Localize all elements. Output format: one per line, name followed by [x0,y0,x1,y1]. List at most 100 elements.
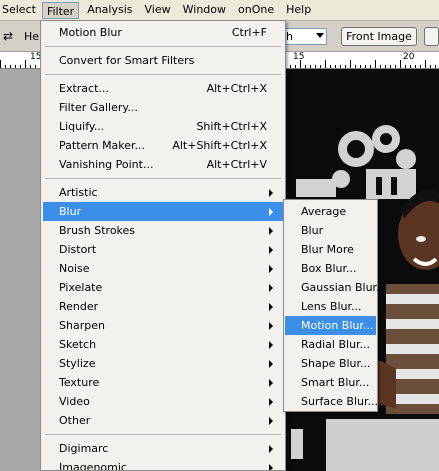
menu-item-label: Digimarc [59,442,109,455]
submenu-item-label: Shape Blur... [301,357,371,370]
ruler-label: 15 [293,52,305,62]
submenu-item-average[interactable]: Average [285,202,376,221]
menu-item-label: Video [59,395,90,408]
menu-onone[interactable]: onOne [232,0,280,20]
submenu-item-blur-more[interactable]: Blur More [285,240,376,259]
menu-item-sharpen[interactable]: Sharpen [43,316,283,335]
ruler-tick [315,65,316,68]
menu-item-pattern-maker[interactable]: Pattern Maker... Alt+Shift+Ctrl+X [43,136,283,155]
submenu-arrow-icon [269,464,273,470]
ruler-tick [325,60,326,68]
submenu-arrow-icon [269,398,273,406]
menu-item-label: Imagenomic [59,461,127,471]
menu-item-label: Distort [59,243,97,256]
ruler-tick [15,65,16,68]
menu-analysis[interactable]: Analysis [81,0,138,20]
submenu-item-box-blur[interactable]: Box Blur... [285,259,376,278]
submenu-arrow-icon [269,360,273,368]
submenu-arrow-icon [269,246,273,254]
menu-item-sketch[interactable]: Sketch [43,335,283,354]
canvas-background [0,69,40,471]
ruler-tick [330,65,331,68]
submenu-item-label: Average [301,205,347,218]
ruler-tick [365,65,366,68]
ruler-tick [385,65,386,68]
menu-filter[interactable]: Filter [41,1,80,19]
menu-item-liquify[interactable]: Liquify... Shift+Ctrl+X [43,117,283,136]
ruler-tick [295,65,296,68]
menu-item-stylize[interactable]: Stylize [43,354,283,373]
submenu-item-label: Smart Blur... [301,376,370,389]
menu-item-vanishing-point[interactable]: Vanishing Point... Alt+Ctrl+V [43,155,283,174]
dropdown-value: h [286,30,293,43]
front-image-button[interactable]: Front Image [341,27,417,46]
menu-item-digimarc[interactable]: Digimarc [43,439,283,458]
submenu-item-label: Blur [301,224,324,237]
menu-item-video[interactable]: Video [43,392,283,411]
menu-item-shortcut: Alt+Ctrl+V [206,158,267,171]
menu-item-label: Motion Blur [59,26,122,39]
ruler-tick [0,60,1,68]
menu-item-label: Artistic [59,186,98,199]
menu-select[interactable]: Select [0,0,40,20]
menu-item-last-filter[interactable]: Motion Blur Ctrl+F [43,23,283,42]
submenu-item-motion-blur[interactable]: Motion Blur... [285,316,376,335]
menu-item-distort[interactable]: Distort [43,240,283,259]
menu-item-label: Stylize [59,357,96,370]
swap-arrows-icon[interactable]: ⇄ [3,30,17,42]
submenu-arrow-icon [269,189,273,197]
submenu-item-surface-blur[interactable]: Surface Blur... [285,392,378,411]
ruler-tick [305,65,306,68]
filter-menu: Motion Blur Ctrl+F Convert for Smart Fil… [40,20,286,471]
menu-item-noise[interactable]: Noise [43,259,283,278]
menu-item-label: Convert for Smart Filters [59,54,195,67]
menu-item-label: Texture [59,376,100,389]
menu-item-imagenomic[interactable]: Imagenomic [43,458,283,471]
menu-item-label: Sharpen [59,319,105,332]
submenu-item-radial-blur[interactable]: Radial Blur... [285,335,376,354]
ruler-label: 20 [403,52,415,62]
menu-help[interactable]: Help [280,0,317,20]
blur-submenu: Average Blur Blur More Box Blur... Gauss… [283,199,387,412]
chevron-down-icon [316,33,324,38]
ruler-tick [20,65,21,68]
menu-item-label: Noise [59,262,90,275]
menu-item-pixelate[interactable]: Pixelate [43,278,283,297]
ruler-tick [290,65,291,68]
menu-item-label: Sketch [59,338,97,351]
ruler-tick [25,60,26,68]
clear-button[interactable] [424,27,439,46]
submenu-arrow-icon [269,322,273,330]
ruler-tick [380,65,381,68]
menu-item-label: Liquify... [59,120,105,133]
menu-item-extract[interactable]: Extract... Alt+Ctrl+X [43,79,283,98]
menu-item-blur[interactable]: Blur [43,202,283,221]
ruler-tick [400,60,401,68]
menu-item-filter-gallery[interactable]: Filter Gallery... [43,98,283,117]
menu-item-convert-smart-filters[interactable]: Convert for Smart Filters [43,51,283,70]
submenu-item-shape-blur[interactable]: Shape Blur... [285,354,376,373]
menu-item-label: Pattern Maker... [59,139,146,152]
ruler-tick [355,65,356,68]
menu-item-texture[interactable]: Texture [43,373,283,392]
menu-window[interactable]: Window [177,0,232,20]
resolution-dropdown[interactable]: h [283,28,327,45]
ruler-tick [395,65,396,68]
submenu-arrow-icon [269,265,273,273]
submenu-item-label: Radial Blur... [301,338,371,351]
menu-item-shortcut: Ctrl+F [231,26,267,39]
menubar: Select Filter Analysis View Window onOne… [0,0,439,21]
submenu-arrow-icon [269,341,273,349]
submenu-item-blur[interactable]: Blur [285,221,376,240]
menu-item-render[interactable]: Render [43,297,283,316]
menu-item-brush-strokes[interactable]: Brush Strokes [43,221,283,240]
menu-item-artistic[interactable]: Artistic [43,183,283,202]
ruler-tick [360,65,361,68]
menu-item-other[interactable]: Other [43,411,283,430]
submenu-item-smart-blur[interactable]: Smart Blur... [285,373,376,392]
submenu-item-lens-blur[interactable]: Lens Blur... [285,297,376,316]
submenu-item-label: Lens Blur... [301,300,362,313]
submenu-item-gaussian-blur[interactable]: Gaussian Blur... [285,278,387,297]
menu-item-label: Blur [59,205,82,218]
menu-view[interactable]: View [139,0,177,20]
